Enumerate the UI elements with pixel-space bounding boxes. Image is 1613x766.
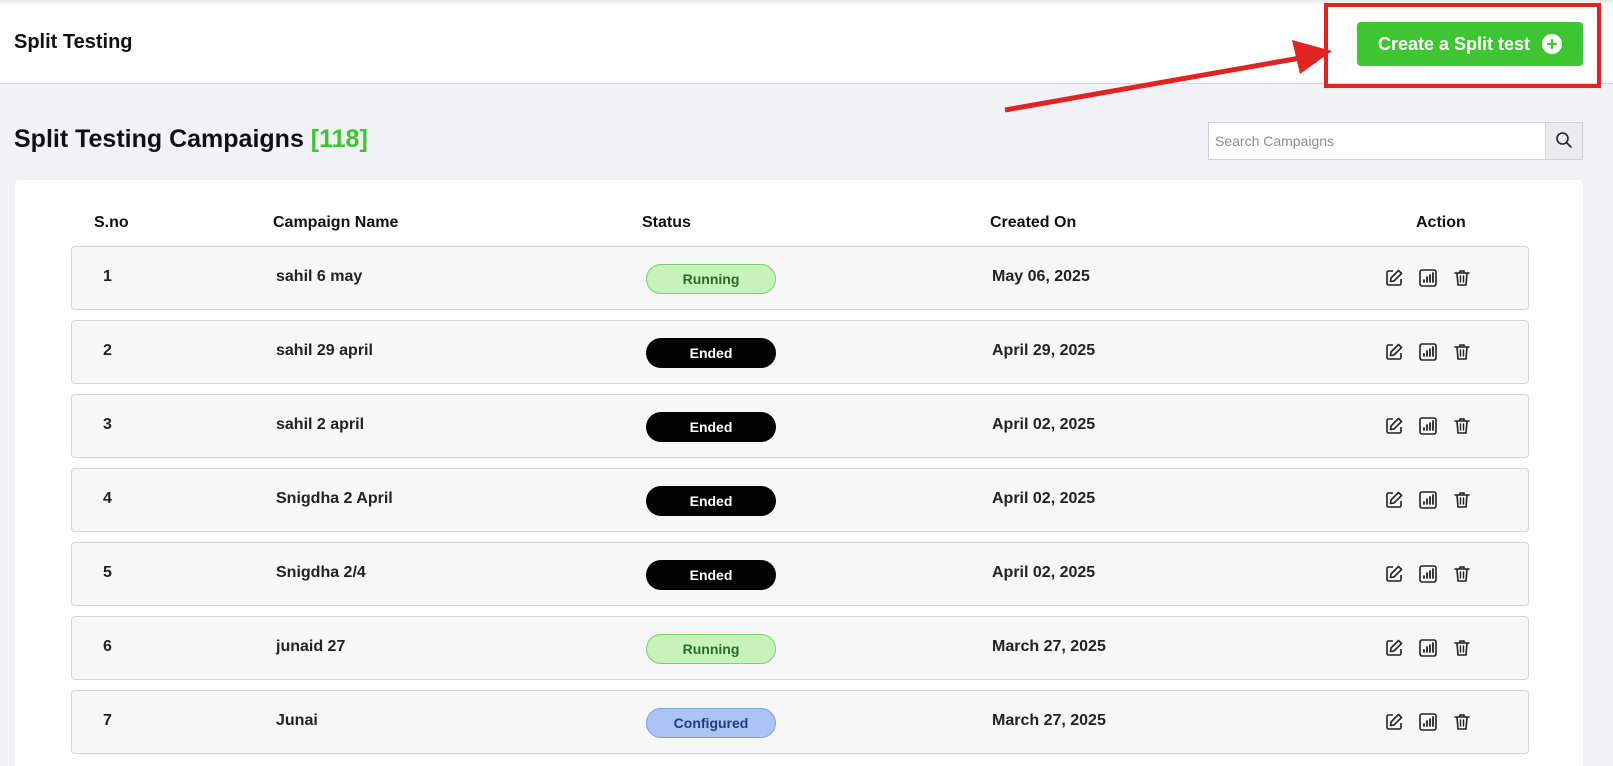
trash-icon[interactable] [1450,488,1474,512]
row-actions [1382,636,1474,660]
row-created-on: May 06, 2025 [992,268,1090,285]
bar-chart-icon[interactable] [1416,340,1440,364]
column-header-action: Action [1416,214,1466,231]
table-row: 6 junaid 27 Running March 27, 2025 [71,616,1529,680]
row-campaign-name: sahil 2 april [276,416,365,433]
row-sno: 6 [103,638,112,655]
row-campaign-name: Junai [276,712,318,729]
row-campaign-name: Snigdha 2 April [276,490,393,507]
row-created-on: April 02, 2025 [992,490,1096,507]
column-header-created-on: Created On [990,214,1077,231]
status-badge: Ended [646,338,776,368]
trash-icon[interactable] [1450,414,1474,438]
bar-chart-icon[interactable] [1416,562,1440,586]
row-sno: 4 [103,490,112,507]
trash-icon[interactable] [1450,562,1474,586]
row-actions [1382,340,1474,364]
status-badge: Ended [646,486,776,516]
bar-chart-icon[interactable] [1416,414,1440,438]
row-campaign-name: junaid 27 [276,638,346,655]
edit-icon[interactable] [1382,710,1406,734]
bar-chart-icon[interactable] [1416,266,1440,290]
page-title: Split Testing [14,31,133,53]
status-badge: Configured [646,708,776,738]
table-header: S.no Campaign Name Status Created On Act… [15,214,1583,236]
table-row: 2 sahil 29 april Ended April 29, 2025 [71,320,1529,384]
bar-chart-icon[interactable] [1416,636,1440,660]
column-header-status: Status [642,214,691,231]
row-campaign-name: sahil 29 april [276,342,373,359]
row-sno: 7 [103,712,112,729]
row-created-on: April 29, 2025 [992,342,1096,359]
create-split-test-button[interactable]: Create a Split test [1357,22,1583,66]
section-title: Split Testing Campaigns [118] [14,125,368,154]
row-created-on: March 27, 2025 [992,712,1106,729]
table-row: 4 Snigdha 2 April Ended April 02, 2025 [71,468,1529,532]
status-badge: Ended [646,412,776,442]
create-split-test-label: Create a Split test [1377,33,1531,54]
status-badge: Running [646,264,776,294]
campaigns-table-card: S.no Campaign Name Status Created On Act… [15,180,1583,766]
trash-icon[interactable] [1450,636,1474,660]
table-row: 3 sahil 2 april Ended April 02, 2025 [71,394,1529,458]
plus-circle-icon [1542,34,1563,54]
trash-icon[interactable] [1450,266,1474,290]
top-bar: Split Testing Create a Split test [0,0,1613,84]
row-actions [1382,710,1474,734]
column-header-campaign-name: Campaign Name [273,214,399,231]
row-actions [1382,488,1474,512]
row-sno: 5 [103,564,112,581]
trash-icon[interactable] [1450,340,1474,364]
trash-icon[interactable] [1450,710,1474,734]
edit-icon[interactable] [1382,340,1406,364]
row-created-on: April 02, 2025 [992,416,1096,433]
search-input[interactable] [1209,123,1545,159]
row-sno: 3 [103,416,112,433]
search-button[interactable] [1545,123,1582,159]
edit-icon[interactable] [1382,562,1406,586]
column-header-sno: S.no [94,214,129,231]
edit-icon[interactable] [1382,414,1406,438]
row-sno: 2 [103,342,112,359]
row-campaign-name: Snigdha 2/4 [276,564,366,581]
row-sno: 1 [103,268,112,285]
row-created-on: April 02, 2025 [992,564,1096,581]
table-row: 1 sahil 6 may Running May 06, 2025 [71,246,1529,310]
search-box [1208,122,1583,160]
bar-chart-icon[interactable] [1416,710,1440,734]
edit-icon[interactable] [1382,488,1406,512]
edit-icon[interactable] [1382,266,1406,290]
table-row: 5 Snigdha 2/4 Ended April 02, 2025 [71,542,1529,606]
edit-icon[interactable] [1382,636,1406,660]
row-campaign-name: sahil 6 may [276,268,363,285]
bar-chart-icon[interactable] [1416,488,1440,512]
status-badge: Running [646,634,776,664]
row-actions [1382,414,1474,438]
campaign-count: [118] [310,125,368,153]
row-actions [1382,266,1474,290]
table-row: 7 Junai Configured March 27, 2025 [71,690,1529,754]
status-badge: Ended [646,560,776,590]
search-icon [1555,131,1573,152]
row-created-on: March 27, 2025 [992,638,1106,655]
row-actions [1382,562,1474,586]
section-title-text: Split Testing Campaigns [14,125,304,153]
